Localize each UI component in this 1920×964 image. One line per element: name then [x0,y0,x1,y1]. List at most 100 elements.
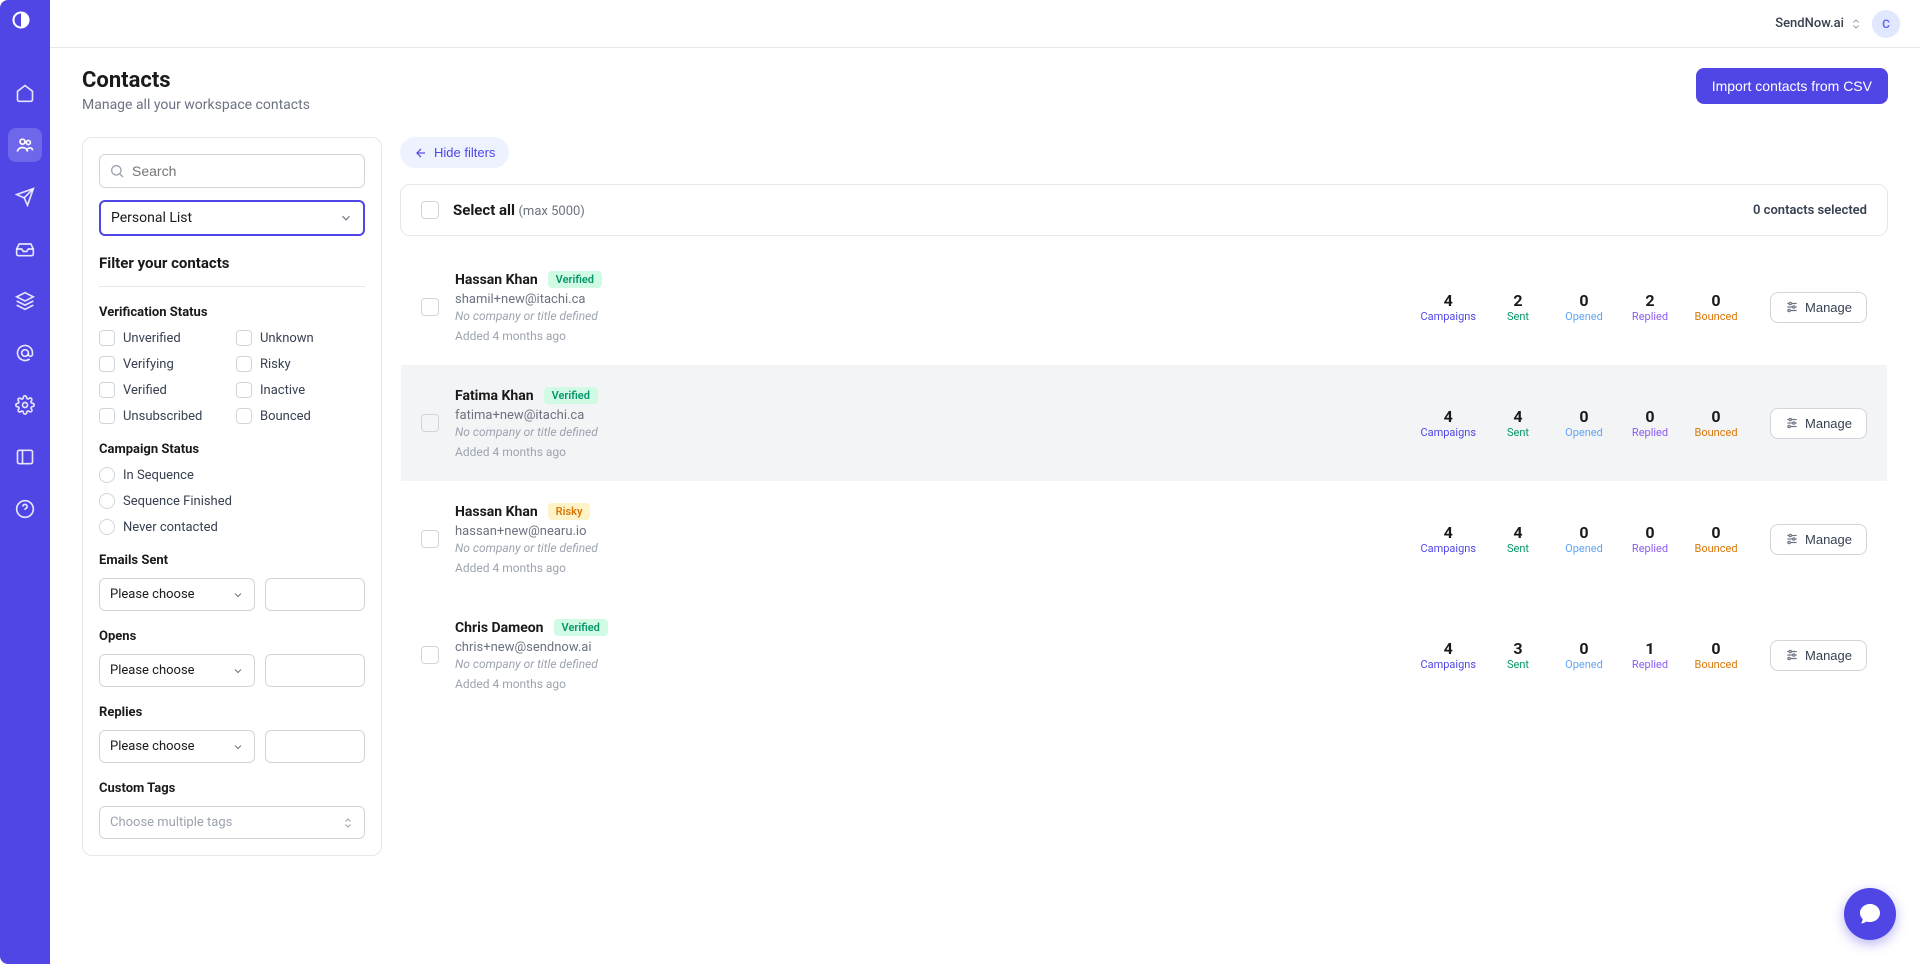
workspace-name: SendNow.ai [1775,16,1844,31]
stat-sent-label: Sent [1494,542,1542,555]
search-input[interactable] [99,154,365,188]
contact-name: Hassan Khan [455,504,538,520]
opens-operator[interactable]: Please choose [99,654,255,687]
contact-name: Hassan Khan [455,272,538,288]
nav-layers[interactable] [8,284,42,318]
checkbox[interactable] [99,330,115,346]
import-contacts-button[interactable]: Import contacts from CSV [1696,68,1888,104]
stat-bounced-label: Bounced [1692,658,1740,671]
contact-checkbox[interactable] [421,530,439,548]
checkbox[interactable] [236,356,252,372]
nav-settings[interactable] [8,388,42,422]
nav-inbox[interactable] [8,232,42,266]
contact-stats: 4Campaigns 4Sent 0Opened 0Replied 0Bounc… [1420,523,1740,555]
verification-option[interactable]: Unsubscribed [99,408,228,424]
verification-option[interactable]: Unverified [99,330,228,346]
workspace-switcher[interactable]: SendNow.ai [1775,16,1862,31]
opens-heading: Opens [99,629,365,644]
stat-campaigns-value: 4 [1420,523,1476,542]
stat-replied-label: Replied [1626,542,1674,555]
stat-opened-label: Opened [1560,658,1608,671]
campaign-option[interactable]: Never contacted [99,519,365,535]
select-all-sub: (max 5000) [518,204,584,219]
emails-sent-value[interactable] [265,578,365,611]
radio[interactable] [99,467,115,483]
verification-badge: Verified [544,387,598,404]
custom-tags-heading: Custom Tags [99,781,365,796]
verification-option[interactable]: Inactive [236,382,365,398]
campaign-option[interactable]: Sequence Finished [99,493,365,509]
verification-option[interactable]: Risky [236,356,365,372]
stat-bounced-value: 0 [1692,291,1740,310]
verification-option[interactable]: Verifying [99,356,228,372]
checkbox[interactable] [99,408,115,424]
nav-help[interactable] [8,492,42,526]
list-select[interactable]: Personal List [99,200,365,236]
contact-email: hassan+new@nearu.io [455,524,1404,539]
checkbox[interactable] [99,356,115,372]
contacts-list: Hide filters Select all (max 5000) 0 con… [400,137,1888,714]
verification-badge: Risky [548,503,591,520]
hide-filters-button[interactable]: Hide filters [400,137,509,168]
manage-button[interactable]: Manage [1770,640,1867,671]
opens-value[interactable] [265,654,365,687]
contact-added: Added 4 months ago [455,445,1404,459]
checkbox-label: Bounced [260,409,311,424]
stat-bounced-label: Bounced [1692,542,1740,555]
checkbox-label: Inactive [260,383,305,398]
contact-added: Added 4 months ago [455,329,1404,343]
contact-row[interactable]: Chris Dameon Verified chris+new@sendnow.… [401,597,1887,713]
radio[interactable] [99,493,115,509]
replies-value[interactable] [265,730,365,763]
manage-button[interactable]: Manage [1770,524,1867,555]
nav-sidebar[interactable] [8,440,42,474]
nav-at[interactable] [8,336,42,370]
search-icon [109,163,125,179]
radio-label: In Sequence [123,468,194,483]
stat-replied-label: Replied [1626,310,1674,323]
tags-select[interactable]: Choose multiple tags [99,806,365,839]
manage-button[interactable]: Manage [1770,408,1867,439]
checkbox[interactable] [236,408,252,424]
sliders-icon [1785,300,1799,314]
avatar[interactable]: C [1872,10,1900,38]
verification-heading: Verification Status [99,305,365,320]
verification-option[interactable]: Verified [99,382,228,398]
nav-send[interactable] [8,180,42,214]
verification-option[interactable]: Bounced [236,408,365,424]
contact-checkbox[interactable] [421,646,439,664]
arrow-left-icon [414,146,428,160]
checkbox-label: Unsubscribed [123,409,202,424]
chevrons-icon [342,817,354,829]
stat-opened-label: Opened [1560,426,1608,439]
checkbox[interactable] [236,330,252,346]
filter-heading: Filter your contacts [99,254,365,272]
select-all-row: Select all (max 5000) 0 contacts selecte… [400,184,1888,236]
select-all-checkbox[interactable] [421,201,439,219]
stat-sent-value: 2 [1494,291,1542,310]
nav-home[interactable] [8,76,42,110]
contact-row[interactable]: Hassan Khan Verified shamil+new@itachi.c… [401,249,1887,365]
contact-stats: 4Campaigns 4Sent 0Opened 0Replied 0Bounc… [1420,407,1740,439]
contact-row[interactable]: Fatima Khan Verified fatima+new@itachi.c… [401,365,1887,481]
checkbox[interactable] [99,382,115,398]
emails-sent-operator[interactable]: Please choose [99,578,255,611]
contact-checkbox[interactable] [421,414,439,432]
verification-option[interactable]: Unknown [236,330,365,346]
topbar: SendNow.ai C [50,0,1920,48]
nav-contacts[interactable] [8,128,42,162]
stat-campaigns-value: 4 [1420,407,1476,426]
contact-row[interactable]: Hassan Khan Risky hassan+new@nearu.io No… [401,481,1887,597]
contact-added: Added 4 months ago [455,561,1404,575]
contact-company: No company or title defined [455,309,1404,323]
chat-fab[interactable] [1844,888,1896,940]
contact-checkbox[interactable] [421,298,439,316]
replies-operator[interactable]: Please choose [99,730,255,763]
stat-replied-value: 2 [1626,291,1674,310]
checkbox-label: Unverified [123,331,181,346]
checkbox[interactable] [236,382,252,398]
chevron-down-icon [232,665,244,677]
radio[interactable] [99,519,115,535]
manage-button[interactable]: Manage [1770,292,1867,323]
campaign-option[interactable]: In Sequence [99,467,365,483]
